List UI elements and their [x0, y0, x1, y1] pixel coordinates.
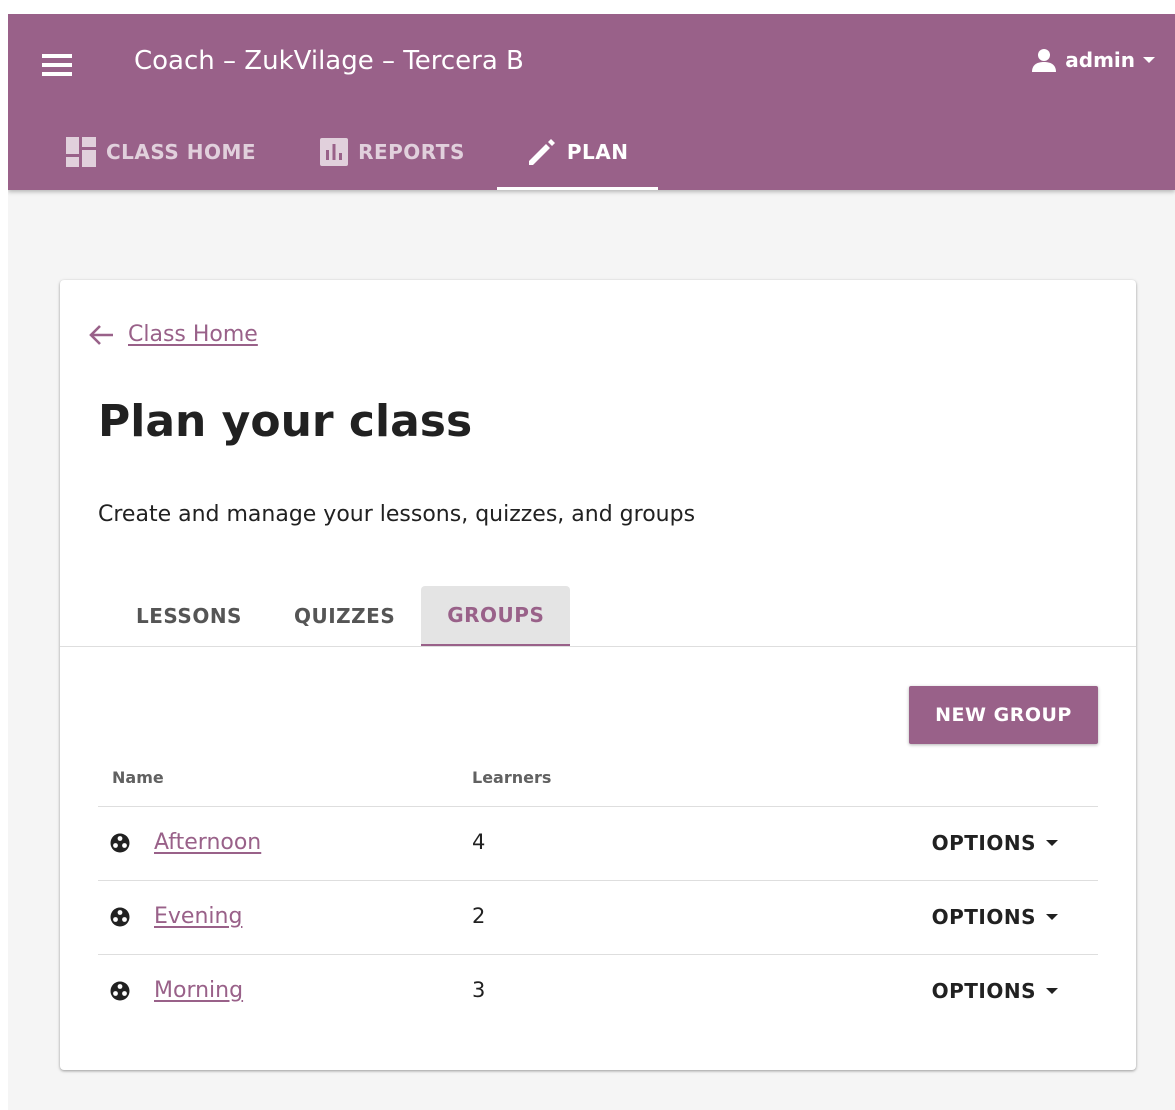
plan-card: Class Home Plan your class Create and ma… [60, 280, 1136, 1070]
group-icon [110, 833, 130, 853]
app-bar: Coach – ZukVilage – Tercera B admin CLAS… [8, 14, 1175, 190]
tab-quizzes[interactable]: QUIZZES [268, 586, 421, 646]
options-label: OPTIONS [931, 905, 1036, 929]
tab-class-home-label: CLASS HOME [106, 140, 257, 164]
chevron-down-icon [1046, 914, 1058, 920]
tab-lessons[interactable]: LESSONS [110, 586, 268, 646]
page-subtitle: Create and manage your lessons, quizzes,… [98, 502, 696, 527]
tabs-divider [60, 646, 1136, 647]
person-icon [1032, 49, 1057, 72]
options-label: OPTIONS [931, 831, 1036, 855]
learner-count: 2 [472, 904, 486, 928]
group-name-link[interactable]: Afternoon [154, 830, 261, 855]
user-name: admin [1065, 48, 1135, 72]
options-label: OPTIONS [931, 979, 1036, 1003]
tab-class-home[interactable]: CLASS HOME [8, 114, 288, 190]
tab-reports[interactable]: REPORTS [288, 114, 497, 190]
table-header: Name Learners [98, 762, 1098, 807]
options-dropdown[interactable]: OPTIONS [932, 831, 1058, 855]
group-name-link[interactable]: Morning [154, 978, 243, 1003]
group-icon [110, 907, 130, 927]
options-dropdown[interactable]: OPTIONS [932, 905, 1058, 929]
dashboard-icon [66, 137, 96, 167]
tab-groups[interactable]: GROUPS [421, 586, 571, 646]
nav-tabs: CLASS HOME REPORTS PLAN [8, 114, 659, 190]
page-title: Plan your class [98, 396, 473, 447]
plan-tabs: LESSONS QUIZZES GROUPS [110, 586, 571, 646]
chevron-down-icon [1143, 57, 1155, 63]
group-name-link[interactable]: Evening [154, 904, 242, 929]
pencil-icon [528, 139, 555, 165]
back-link[interactable]: Class Home [88, 322, 258, 347]
tab-plan-label: PLAN [566, 140, 629, 164]
options-dropdown[interactable]: OPTIONS [932, 979, 1058, 1003]
chevron-down-icon [1046, 988, 1058, 994]
user-menu[interactable]: admin [1031, 48, 1155, 72]
chevron-down-icon [1046, 840, 1058, 846]
column-header-learners: Learners [472, 768, 552, 787]
app-window: Coach – ZukVilage – Tercera B admin CLAS… [8, 14, 1175, 1110]
tab-plan[interactable]: PLAN [496, 114, 659, 190]
table-row: Morning 3 OPTIONS [98, 955, 1098, 1028]
group-icon [110, 981, 130, 1001]
back-link-label: Class Home [128, 322, 258, 347]
groups-table: Name Learners Afternoon 4 OPTIONS Evenin… [98, 762, 1098, 1028]
table-row: Afternoon 4 OPTIONS [98, 807, 1098, 881]
new-group-button[interactable]: NEW GROUP [909, 686, 1098, 744]
table-row: Evening 2 OPTIONS [98, 881, 1098, 955]
column-header-name: Name [112, 768, 164, 787]
bar-chart-icon [320, 138, 349, 166]
tab-reports-label: REPORTS [358, 140, 465, 164]
app-title: Coach – ZukVilage – Tercera B [134, 46, 524, 76]
arrow-back-icon [89, 324, 113, 345]
menu-icon[interactable] [42, 54, 72, 76]
learner-count: 4 [472, 830, 486, 854]
learner-count: 3 [472, 978, 486, 1002]
